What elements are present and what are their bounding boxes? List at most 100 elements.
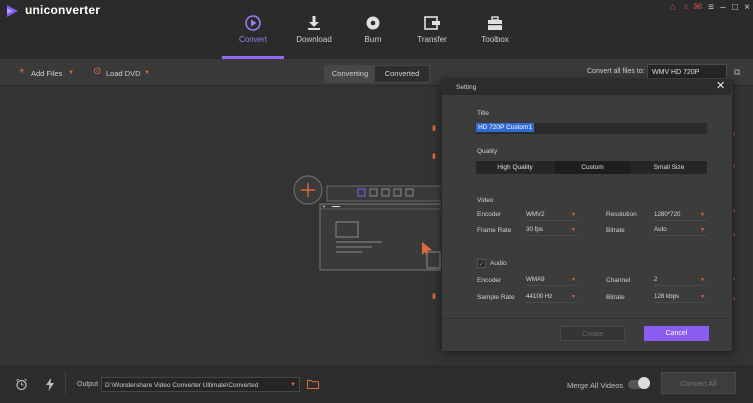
- audio-bitrate-label: Bitrate: [606, 294, 625, 301]
- load-dvd-dropdown-icon[interactable]: ▼: [144, 70, 150, 76]
- sample-rate-label: Sample Rate: [477, 294, 515, 301]
- merge-toggle-knob[interactable]: [638, 377, 650, 389]
- convert-all-format-select[interactable]: WMV HD 720P: [647, 64, 727, 79]
- tab-converted[interactable]: Converted: [376, 66, 428, 82]
- select-underline: [654, 285, 707, 286]
- output-label: Output: [77, 381, 99, 388]
- lightning-icon[interactable]: [45, 378, 55, 391]
- chevron-down-icon: ▼: [700, 227, 705, 233]
- video-encoder-label: Encoder: [477, 211, 502, 218]
- audio-bitrate-select[interactable]: 128 kbps ▼: [654, 292, 707, 302]
- dialog-close-icon[interactable]: ✕: [716, 81, 725, 92]
- add-icon[interactable]: +: [19, 67, 25, 77]
- alarm-clock-icon[interactable]: [15, 378, 28, 391]
- video-bitrate-select[interactable]: Auto ▼: [654, 225, 707, 235]
- chevron-down-icon: ▼: [700, 212, 705, 218]
- audio-encoder-label: Encoder: [477, 277, 502, 284]
- disc-icon: [366, 16, 380, 30]
- select-underline: [526, 220, 578, 221]
- sample-rate-select[interactable]: 44100 Hz ▼: [526, 292, 578, 302]
- dialog-title: Setting: [456, 84, 477, 91]
- folder-icon[interactable]: [307, 379, 319, 389]
- cancel-button[interactable]: Cancel: [644, 326, 709, 341]
- output-dropdown-icon[interactable]: ▼: [290, 382, 296, 388]
- video-encoder-select[interactable]: WMV2 ▼: [526, 210, 578, 220]
- minimize-icon[interactable]: –: [718, 3, 728, 13]
- tab-toolbox-label: Toolbox: [481, 35, 509, 44]
- format-settings-icon[interactable]: ⧉: [734, 67, 740, 78]
- convert-all-button[interactable]: Convert All: [661, 372, 736, 394]
- chevron-down-icon: ▼: [571, 212, 576, 218]
- dvd-icon[interactable]: ⊙: [93, 67, 101, 77]
- quality-high-button[interactable]: High Quality: [476, 161, 554, 174]
- title-input-value[interactable]: HD 720P Custom1: [476, 123, 535, 132]
- quality-custom-button[interactable]: Custom: [555, 161, 630, 174]
- list-edge-icon: ▮: [432, 125, 436, 132]
- gift-icon[interactable]: ⌂: [668, 3, 678, 13]
- audio-bitrate-value: 128 kbps: [654, 293, 680, 300]
- title-label: Title: [477, 110, 490, 117]
- audio-checkbox[interactable]: ✓: [477, 259, 486, 268]
- resolution-label: Resolution: [606, 211, 637, 218]
- select-underline: [654, 220, 707, 221]
- chevron-down-icon: ▼: [700, 277, 705, 283]
- chevron-down-icon: ▼: [571, 277, 576, 283]
- menu-icon[interactable]: ≡: [706, 3, 716, 13]
- chevron-down-icon: ▼: [571, 227, 576, 233]
- audio-encoder-value: WMA9: [526, 276, 545, 283]
- video-bitrate-label: Bitrate: [606, 227, 625, 234]
- tab-convert-label: Convert: [238, 35, 267, 44]
- mail-icon[interactable]: ✉: [693, 3, 703, 13]
- frame-rate-select[interactable]: 30 fps ▼: [526, 225, 578, 235]
- dialog-header: [441, 80, 731, 95]
- app-logo-icon: [7, 5, 18, 17]
- frame-rate-label: Frame Rate: [477, 227, 512, 234]
- list-edge-icon: ▮: [432, 293, 436, 300]
- quality-small-button[interactable]: Small Size: [631, 161, 707, 174]
- maximize-icon[interactable]: □: [730, 3, 740, 13]
- tab-convert[interactable]: Convert: [218, 14, 288, 54]
- chevron-down-icon: ▼: [700, 294, 705, 300]
- transfer-icon: [424, 16, 440, 30]
- download-icon: [308, 16, 320, 30]
- divider: [65, 372, 66, 394]
- select-underline: [654, 302, 707, 303]
- add-files-illustration[interactable]: [292, 172, 442, 272]
- resolution-select[interactable]: 1280*720 ▼: [654, 210, 707, 220]
- resolution-value: 1280*720: [654, 211, 681, 218]
- load-dvd-button[interactable]: Load DVD: [106, 69, 141, 78]
- audio-encoder-select[interactable]: WMA9 ▼: [526, 275, 578, 285]
- video-encoder-value: WMV2: [526, 211, 545, 218]
- tab-converting[interactable]: Converting: [325, 66, 375, 82]
- convert-icon: [245, 15, 261, 31]
- merge-all-label: Merge All Videos: [567, 381, 624, 390]
- audio-section-label: Audio: [490, 260, 507, 267]
- tab-transfer[interactable]: Transfer: [397, 14, 467, 54]
- quality-label: Quality: [477, 148, 498, 155]
- channel-select[interactable]: 2 ▼: [654, 275, 707, 285]
- channel-label: Channel: [606, 277, 631, 284]
- add-files-dropdown-icon[interactable]: ▼: [68, 70, 74, 76]
- video-bitrate-value: Auto: [654, 226, 667, 233]
- sample-rate-value: 44100 Hz: [526, 293, 553, 300]
- tab-transfer-label: Transfer: [417, 35, 447, 44]
- tab-toolbox[interactable]: Toolbox: [460, 14, 530, 54]
- select-underline: [526, 235, 578, 236]
- dialog-footer-divider: [441, 318, 731, 319]
- select-underline: [526, 285, 578, 286]
- select-underline: [526, 302, 578, 303]
- list-edge-icon: ▮: [432, 153, 436, 160]
- channel-value: 2: [654, 276, 658, 283]
- chevron-down-icon: ▼: [571, 294, 576, 300]
- video-section-label: Video: [477, 197, 494, 204]
- close-icon[interactable]: ×: [742, 3, 752, 13]
- frame-rate-value: 30 fps: [526, 226, 543, 233]
- app-title: uniconverter: [25, 3, 101, 17]
- toolbox-icon: [488, 16, 502, 30]
- select-underline: [654, 235, 707, 236]
- create-button[interactable]: Create: [560, 326, 625, 341]
- output-path-select[interactable]: D:\Wondershare Video Converter Ultimate\…: [101, 377, 300, 392]
- add-files-button[interactable]: Add Files: [31, 69, 62, 78]
- user-icon[interactable]: ♀: [681, 3, 691, 13]
- convert-all-label: Convert all files to:: [587, 68, 645, 75]
